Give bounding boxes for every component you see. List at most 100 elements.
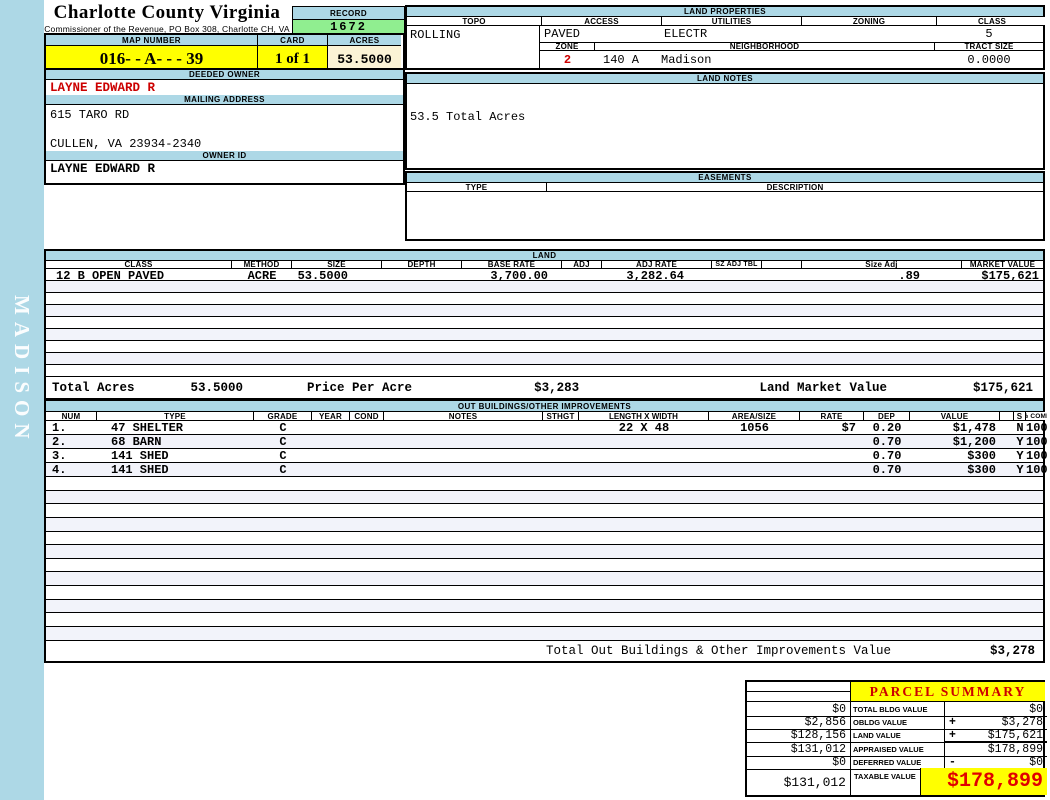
- out-building-row: 3. 141 SHED C 0.70 $300 Y100%: [46, 449, 1047, 463]
- ob-cell-rate: [800, 463, 864, 476]
- ob-cell-year: [312, 435, 350, 448]
- parcel-summary-title: PARCEL SUMMARY: [851, 682, 1045, 702]
- neighborhood-header: NEIGHBORHOOD: [595, 43, 935, 50]
- parcel-operator: -: [949, 755, 956, 769]
- mailing-address-label: MAILING ADDRESS: [46, 95, 403, 105]
- record-label: RECORD: [293, 7, 404, 20]
- out-building-row: 1. 47 SHELTER C 22 X 48 1056 $7 0.20 $1,478 N 100…: [46, 421, 1047, 435]
- ob-cell-num: 4.: [52, 463, 67, 476]
- ob-col-num: NUM: [46, 412, 97, 420]
- land-notes-label: LAND NOTES: [407, 74, 1043, 84]
- ob-cell-s: N: [1016, 421, 1024, 434]
- land-empty-row: [46, 365, 1043, 377]
- ob-cell-year: [312, 463, 350, 476]
- parcel-current-value: $0: [1029, 703, 1043, 716]
- out-buildings-total-row: Total Out Buildings & Other Improvements…: [46, 641, 1043, 661]
- owner-box: DEEDED OWNER LAYNE EDWARD R MAILING ADDR…: [44, 68, 405, 185]
- ob-col-gap: [1000, 412, 1014, 420]
- land-col-class: CLASS: [46, 261, 232, 268]
- ob-cell-notes: [384, 463, 543, 476]
- ob-cell-rate: [800, 449, 864, 462]
- ob-col-cond: COND: [350, 412, 384, 420]
- land-column-headers: CLASS METHOD SIZE DEPTH BASE RATE ADJ AD…: [46, 260, 1043, 269]
- ob-cell-rate: $7: [841, 421, 856, 434]
- price-per-acre-label: Price Per Acre: [307, 380, 413, 395]
- parcel-current-value: $178,899: [987, 742, 1043, 756]
- parcel-current-value: $3,278: [1001, 716, 1043, 730]
- land-cell-adj_rate: 3,282.64: [626, 269, 684, 280]
- ob-empty-row: [46, 627, 1043, 641]
- ob-cell-s: Y: [1016, 449, 1024, 462]
- neighborhood-name: Madison: [661, 53, 712, 67]
- utilities-header: UTILITIES: [662, 17, 802, 25]
- county-header: Charlotte County Virginia Commissioner o…: [44, 2, 290, 34]
- ob-empty-row: [46, 504, 1043, 518]
- land-cell-size: 53.5000: [297, 269, 348, 280]
- land-col-sz-adj-tbl: SZ ADJ TBL: [712, 261, 762, 268]
- ob-cell-value: $1,200: [952, 435, 996, 448]
- record-box: RECORD 1672: [292, 6, 405, 34]
- out-building-row: 2. 68 BARN C 0.70 $1,200 Y100%: [46, 435, 1047, 449]
- land-col-adj: ADJ: [562, 261, 602, 268]
- land-cell-size_adj: .89: [898, 269, 920, 280]
- ob-cell-s: Y: [1016, 463, 1024, 476]
- tract-size-header: TRACT SIZE: [935, 43, 1043, 50]
- parcel-summary-row: $2,856 OBLDG VALUE + $3,278: [747, 715, 1047, 731]
- ob-col-value: VALUE: [910, 412, 1000, 420]
- ob-cell-sthgt: [543, 449, 579, 462]
- zone-value: 2: [563, 53, 572, 67]
- ob-cell-area_size: [709, 463, 800, 476]
- out-buildings-section-label: OUT BUILDINGS/OTHER IMPROVEMENTS: [46, 401, 1043, 411]
- out-buildings-column-headers: NUM TYPE GRADE YEAR COND NOTES STHGT LEN…: [46, 411, 1047, 421]
- county-title: Charlotte County Virginia: [53, 2, 281, 23]
- neighborhood-value: 140 A Madison: [595, 51, 935, 68]
- land-data-row: 12 B OPEN PAVED ACRE 53.5000 3,700.00 3,282.…: [46, 269, 1043, 281]
- ob-empty-row: [46, 599, 1043, 614]
- ob-cell-gap: [1000, 463, 1014, 476]
- ob-cell-cond: [350, 421, 384, 434]
- land-cell-class: 12 B OPEN PAVED: [56, 269, 165, 280]
- parcel-operator: [949, 743, 963, 756]
- ob-empty-row: [46, 613, 1043, 628]
- access-header: ACCESS: [542, 17, 662, 25]
- ob-cell-type: 68 BARN: [111, 435, 162, 448]
- ob-cell-sthgt: [543, 435, 579, 448]
- land-empty-row: [46, 329, 1043, 341]
- ob-cell-value: $1,478: [952, 421, 996, 434]
- address-line-2: CULLEN, VA 23934-2340: [50, 137, 202, 151]
- out-buildings-total-value: $3,278: [989, 643, 1035, 658]
- ob-col-dep: DEP: [864, 412, 910, 420]
- deeded-owner-label: DEEDED OWNER: [46, 70, 403, 80]
- parcel-current-value: $0: [1029, 755, 1043, 769]
- easements-box: EASEMENTS TYPE DESCRIPTION: [405, 171, 1045, 241]
- ob-cell-gap: [1000, 449, 1014, 462]
- deeded-owner-value: LAYNE EDWARD R: [50, 81, 156, 95]
- land-totals-row: Total Acres 53.5000 Price Per Acre $3,28…: [46, 377, 1043, 398]
- owner-id-value: LAYNE EDWARD R: [50, 162, 156, 176]
- ob-cell-s: Y: [1016, 435, 1024, 448]
- ob-empty-row: [46, 559, 1043, 573]
- parcel-summary: PARCEL SUMMARY $0 TOTAL BLDG VALUE $0 $2,85…: [745, 680, 1047, 797]
- ob-empty-row: [46, 490, 1043, 505]
- acres-label: ACRES: [328, 35, 401, 46]
- land-col-market-value: MARKET VALUE: [962, 261, 1043, 268]
- out-buildings-total-label: Total Out Buildings & Other Improvements…: [545, 643, 891, 658]
- ob-cell-sthgt: [543, 463, 579, 476]
- land-empty-row: [46, 293, 1043, 305]
- ob-cell-year: [312, 421, 350, 434]
- ob-cell-pct_comp: 100%: [1026, 435, 1047, 448]
- ob-cell-num: 2.: [52, 435, 67, 448]
- class-header: CLASS: [937, 17, 1047, 25]
- land-properties-box: LAND PROPERTIES TOPO ACCESS UTILITIES ZO…: [405, 5, 1047, 70]
- ob-cell-num: 1.: [52, 421, 67, 434]
- parcel-operator: +: [949, 716, 956, 730]
- ob-col-length-width: LENGTH X WIDTH: [579, 412, 709, 420]
- card-label: CARD: [258, 35, 328, 46]
- land-cell-method: ACRE: [247, 269, 277, 280]
- ob-cell-area_size: 1056: [740, 421, 769, 434]
- ob-cell-rate: [800, 435, 864, 448]
- land-notes-box: LAND NOTES 53.5 Total Acres: [405, 72, 1045, 170]
- ob-cell-notes: [384, 435, 543, 448]
- ob-col-sthgt: STHGT: [543, 412, 579, 420]
- ob-cell-gap: [1000, 421, 1014, 434]
